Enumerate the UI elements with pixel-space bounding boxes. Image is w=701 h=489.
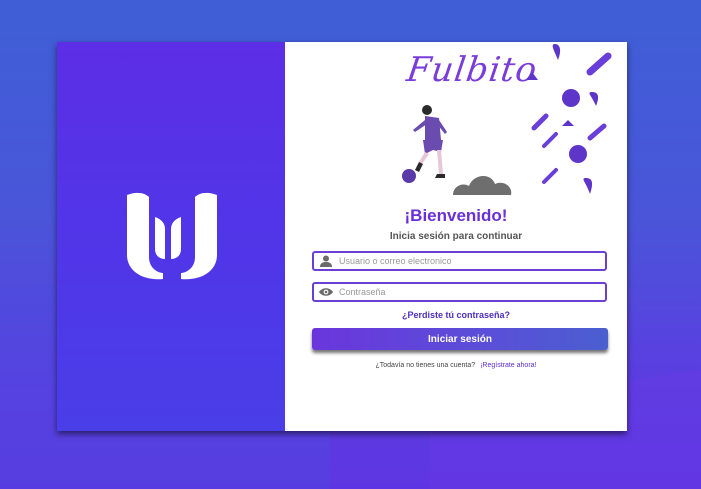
signup-link[interactable]: ¡Regístrate ahora! xyxy=(480,362,536,369)
username-field[interactable] xyxy=(312,251,607,271)
password-field[interactable] xyxy=(312,282,607,302)
brand-panel xyxy=(57,42,285,431)
soccer-player-illustration xyxy=(402,105,512,195)
login-card: Fulbito ¡Bienvenido! Inicia sesión para … xyxy=(57,42,627,431)
signup-prompt: ¿Todavía no tienes una cuenta? ¡Regístra… xyxy=(285,362,627,369)
login-panel: Fulbito ¡Bienvenido! Inicia sesión para … xyxy=(285,42,627,431)
brand-logo-icon xyxy=(127,192,217,280)
signup-prompt-text: ¿Todavía no tienes una cuenta? xyxy=(375,362,476,369)
login-button[interactable]: Iniciar sesión xyxy=(312,328,608,350)
welcome-heading: ¡Bienvenido! xyxy=(404,206,508,225)
password-input[interactable] xyxy=(335,287,599,297)
decorative-shapes xyxy=(526,44,612,194)
username-input[interactable] xyxy=(335,256,599,266)
forgot-password-link[interactable]: ¿Perdiste tú contraseña? xyxy=(285,310,627,320)
login-subtitle: Inicia sesión para continuar xyxy=(389,231,523,242)
user-icon xyxy=(317,253,335,269)
eye-icon[interactable] xyxy=(317,284,335,300)
